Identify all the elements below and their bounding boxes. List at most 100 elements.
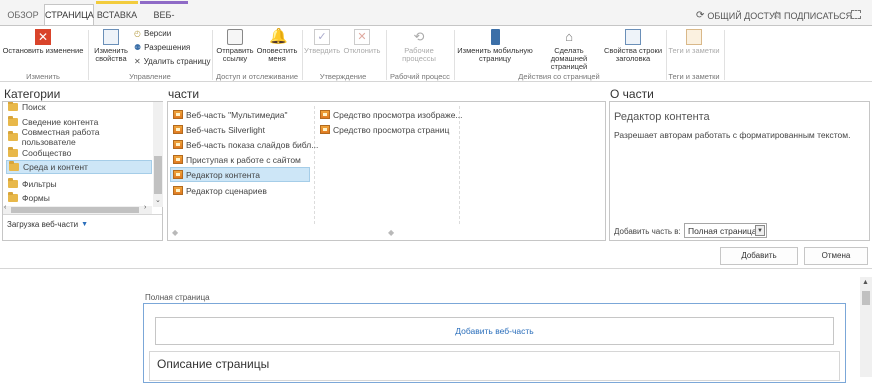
- upload-webpart-label: Загрузка веб-части: [7, 220, 79, 229]
- parts-panel: Веб-часть "Мультимедиа" Веб-часть Silver…: [167, 101, 606, 241]
- webpart-icon: [173, 170, 183, 179]
- webpart-item[interactable]: Средство просмотра изображе...: [320, 108, 463, 121]
- webpart-icon: [173, 110, 183, 119]
- share-button[interactable]: ⟳ ОБЩИЙ ДОСТУП: [696, 10, 781, 21]
- folder-icon: [9, 161, 19, 171]
- webpart-item[interactable]: Веб-часть "Мультимедиа": [173, 108, 288, 121]
- add-webpart-link[interactable]: Добавить веб-часть: [155, 317, 834, 345]
- title-bar-properties-button[interactable]: Свойства строки заголовка: [604, 29, 662, 63]
- tab-page[interactable]: СТРАНИЦА: [44, 4, 94, 26]
- scroll-thumb[interactable]: [11, 207, 139, 213]
- webpart-label: Средство просмотра страниц: [333, 124, 450, 135]
- ribbon-separator: [454, 30, 455, 80]
- edit-properties-label: Изменить свойства: [94, 46, 128, 63]
- tags-notes-label: Теги и заметки: [668, 46, 720, 55]
- category-item[interactable]: Совместная работа пользователе: [8, 127, 152, 147]
- add-to-select[interactable]: Полная страница ▼: [684, 223, 767, 238]
- page-right-icon[interactable]: ◆: [388, 228, 394, 237]
- webpart-label: Редактор контента: [186, 169, 260, 180]
- make-homepage-button[interactable]: ⌂ Сделать домашней страницей: [536, 29, 602, 71]
- column-divider: [459, 106, 460, 224]
- categories-hscrollbar[interactable]: ‹ ›: [3, 204, 152, 214]
- approve-label: Утвердить: [304, 46, 341, 55]
- edit-mobile-page-button[interactable]: Изменить мобильную страницу: [456, 29, 534, 63]
- page-vscrollbar[interactable]: ▲: [860, 277, 872, 377]
- tag-icon: [686, 29, 702, 45]
- scroll-thumb[interactable]: [862, 291, 870, 305]
- scroll-left-icon[interactable]: ‹: [4, 204, 6, 211]
- category-label: Формы: [22, 192, 50, 203]
- chevron-down-icon: ▼: [755, 225, 765, 236]
- approve-button[interactable]: ✓ Утвердить: [304, 29, 340, 55]
- scroll-right-icon[interactable]: ›: [144, 204, 146, 211]
- column-divider: [314, 106, 315, 224]
- send-link-label: Отправить ссылку: [216, 46, 254, 63]
- versions-button[interactable]: ◴ Версии: [134, 29, 171, 38]
- add-button[interactable]: Добавить: [720, 247, 798, 265]
- group-label-approval: Утверждение: [319, 72, 367, 81]
- star-icon: ☆: [772, 10, 781, 21]
- group-label-tags: Теги и заметки: [668, 72, 720, 81]
- category-item[interactable]: Формы: [8, 191, 50, 204]
- folder-icon: [8, 191, 18, 202]
- scroll-thumb[interactable]: [154, 156, 162, 194]
- permissions-button[interactable]: ⚉ Разрешения: [134, 43, 190, 52]
- upload-webpart-link[interactable]: Загрузка веб-части ▼: [7, 220, 88, 229]
- category-item-selected[interactable]: Среда и контент: [6, 160, 152, 174]
- workflows-button[interactable]: ⟲ Рабочие процессы: [390, 29, 448, 63]
- group-label-share: Доступ и отслеживание: [215, 72, 299, 81]
- focus-on-content-button[interactable]: [851, 10, 861, 19]
- webpart-icon: [173, 140, 183, 149]
- page-description-heading: Описание страницы: [157, 357, 270, 371]
- approve-icon: ✓: [314, 29, 330, 45]
- webpart-item[interactable]: Средство просмотра страниц: [320, 123, 449, 136]
- webpart-item[interactable]: Приступая к работе с сайтом: [173, 153, 301, 166]
- permissions-label: Разрешения: [144, 43, 191, 52]
- edit-properties-button[interactable]: Изменить свойства: [92, 29, 130, 63]
- stop-editing-button[interactable]: ✕ Остановить изменение: [2, 29, 84, 55]
- category-item[interactable]: Сообщество: [8, 146, 71, 159]
- send-link-button[interactable]: Отправить ссылку: [214, 29, 256, 63]
- webpart-icon: [173, 186, 183, 195]
- delete-page-button[interactable]: ✕ Удалить страницу: [134, 57, 211, 66]
- reject-button[interactable]: ✕ Отклонить: [342, 29, 382, 55]
- category-label: Поиск: [22, 102, 46, 112]
- webpart-label: Приступая к работе с сайтом: [186, 154, 301, 165]
- tab-webpart[interactable]: ВЕБ-ЧАСТЬ: [140, 1, 188, 40]
- category-item[interactable]: Поиск: [8, 102, 46, 113]
- share-icon: ⟳: [696, 10, 705, 21]
- alert-me-button[interactable]: 🔔 Оповестить меня: [256, 29, 298, 63]
- workflows-label: Рабочие процессы: [402, 46, 436, 63]
- webpart-label: Веб-часть "Мультимедиа": [186, 109, 288, 120]
- scroll-down-icon[interactable]: ⌄: [155, 196, 161, 204]
- webpart-icon: [173, 155, 183, 164]
- dropdown-arrow-icon: ▼: [81, 221, 89, 228]
- follow-label: ПОДПИСАТЬСЯ: [783, 10, 853, 21]
- category-item[interactable]: Фильтры: [8, 177, 57, 190]
- tab-insert[interactable]: ВСТАВКА: [96, 1, 138, 25]
- tab-browse[interactable]: ОБЗОР: [4, 5, 42, 25]
- ribbon: ✕ Остановить изменение Изменить Изменить…: [0, 25, 872, 82]
- page-left-icon[interactable]: ◆: [172, 228, 178, 237]
- scroll-up-icon[interactable]: ▲: [862, 279, 869, 286]
- webpart-item[interactable]: Веб-часть Silverlight: [173, 123, 265, 136]
- ribbon-separator: [302, 30, 303, 80]
- categories-title: Категории: [4, 87, 61, 101]
- webpart-item[interactable]: Веб-часть показа слайдов библ...: [173, 138, 318, 151]
- webpart-item-selected[interactable]: Редактор контента: [170, 167, 310, 182]
- category-label: Совместная работа пользователе: [21, 126, 100, 147]
- bell-icon: 🔔: [269, 28, 288, 45]
- focus-icon: [851, 10, 861, 19]
- permissions-icon: ⚉: [134, 43, 142, 52]
- about-part-description: Разрешает авторам работать с форматирова…: [614, 130, 851, 140]
- cancel-button[interactable]: Отмена: [804, 247, 868, 265]
- category-label: Сообщество: [22, 147, 72, 158]
- tags-notes-button[interactable]: Теги и заметки: [668, 29, 720, 55]
- webpart-label: Веб-часть Silverlight: [186, 124, 265, 135]
- email-icon: [227, 29, 243, 45]
- follow-button[interactable]: ☆ ПОДПИСАТЬСЯ: [772, 10, 852, 21]
- webpart-item[interactable]: Редактор сценариев: [173, 184, 267, 197]
- zone-label: Полная страница: [145, 293, 210, 302]
- categories-vscrollbar[interactable]: ⌄: [153, 102, 163, 207]
- title-bar-icon: [625, 29, 641, 45]
